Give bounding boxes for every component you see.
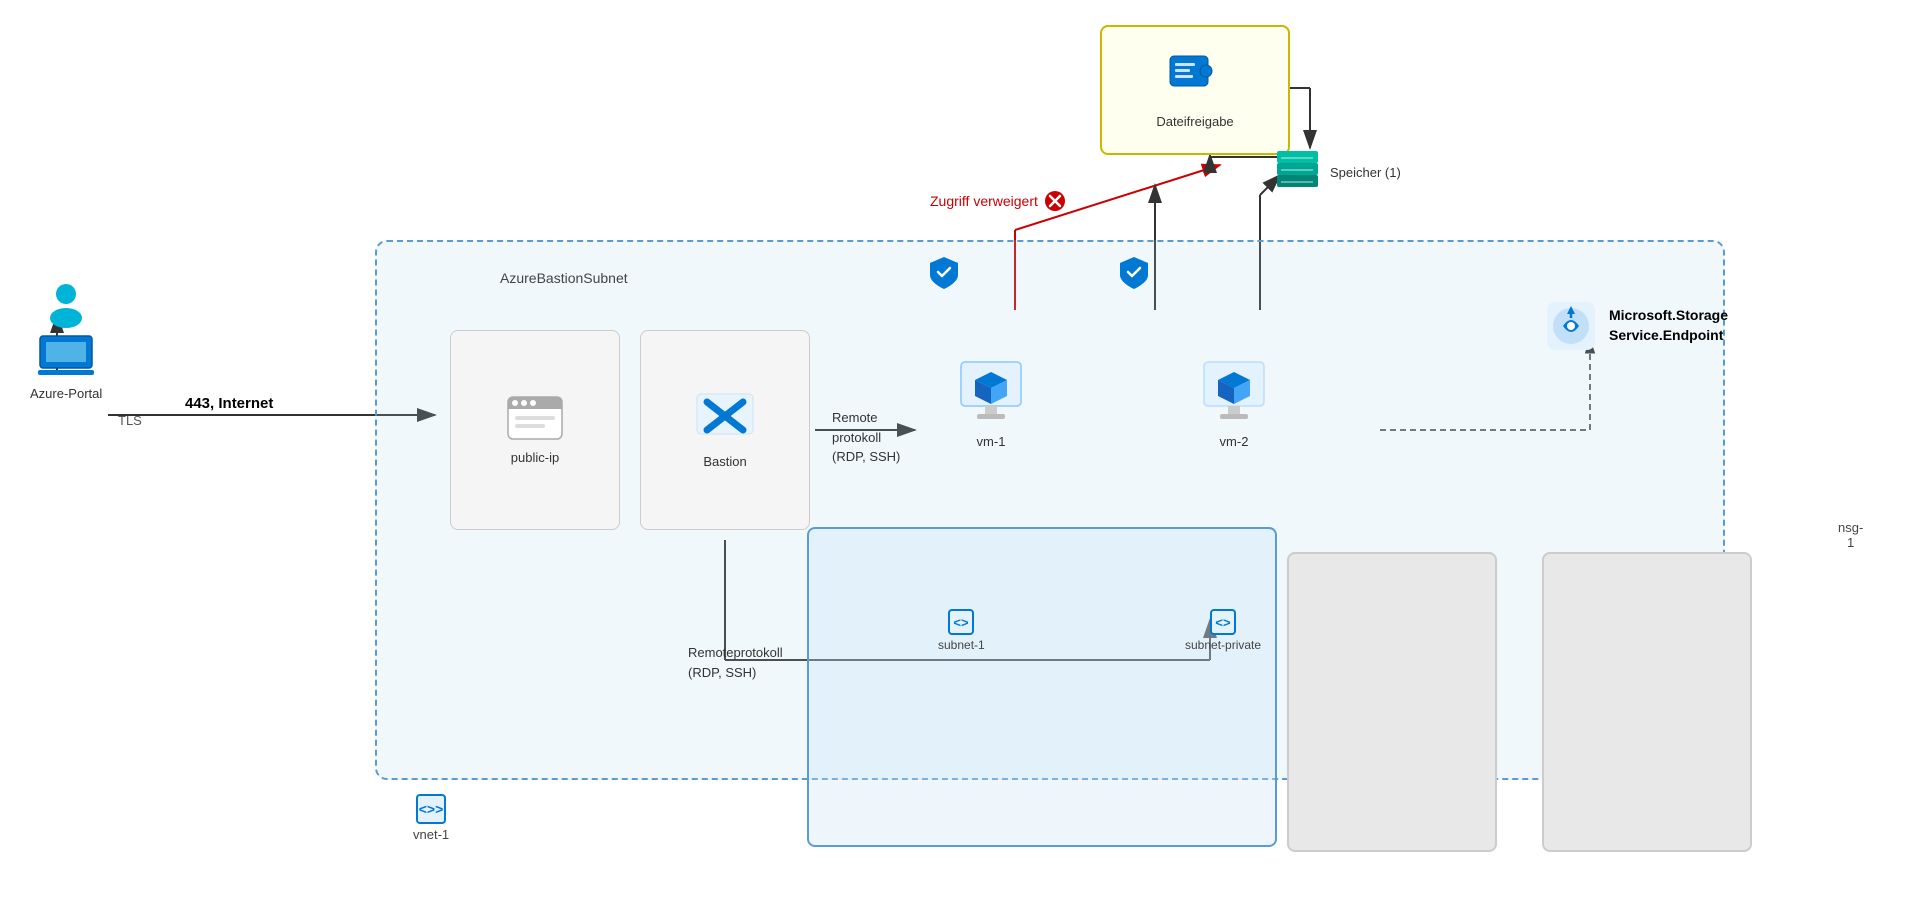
subnet-private-label: subnet-private bbox=[1185, 638, 1261, 652]
nsg-private-group: nsg-private bbox=[1118, 255, 1150, 291]
service-endpoint-group: Microsoft.StorageService.Endpoint bbox=[1545, 300, 1728, 352]
svg-text:<>>: <>> bbox=[419, 801, 444, 817]
vm2-group: vm-2 bbox=[1198, 360, 1270, 449]
svg-text:<>: <> bbox=[1215, 615, 1231, 630]
public-ip-box: public-ip bbox=[450, 330, 620, 530]
service-endpoint-icon bbox=[1545, 300, 1597, 352]
remote-label-2: Remoteprotokoll (RDP, SSH) bbox=[688, 643, 783, 682]
svg-text:<>: <> bbox=[954, 615, 970, 630]
diagram-container: Azure-Portal TLS 443, Internet AzureBast… bbox=[0, 0, 1911, 907]
zugriff-group: Zugriff verweigert bbox=[930, 190, 1066, 212]
vm2-label: vm-2 bbox=[1220, 434, 1249, 449]
bastion-box: Bastion bbox=[640, 330, 810, 530]
internet-label: 443, Internet bbox=[185, 395, 273, 412]
portal-device-icon bbox=[38, 334, 94, 376]
dateifreigabe-box: Dateifreigabe bbox=[1100, 25, 1290, 155]
subnet-private-icon-group: <> subnet-private bbox=[1185, 608, 1261, 652]
vnet1-icon: <>> bbox=[415, 793, 447, 825]
subnet1-icon-group: <> subnet-1 bbox=[938, 608, 985, 652]
vm2-icon bbox=[1198, 360, 1270, 426]
zugriff-label: Zugriff verweigert bbox=[930, 193, 1038, 209]
dateifreigabe-label: Dateifreigabe bbox=[1156, 114, 1233, 129]
public-ip-label: public-ip bbox=[511, 450, 559, 465]
subnet1-label: subnet-1 bbox=[938, 638, 985, 652]
speicher-icon bbox=[1275, 145, 1320, 200]
bastion-subnet-box bbox=[807, 527, 1277, 847]
subnet-private-box bbox=[1542, 552, 1752, 852]
service-endpoint-label: Microsoft.StorageService.Endpoint bbox=[1609, 306, 1728, 345]
deny-icon bbox=[1044, 190, 1066, 212]
public-ip-icon bbox=[507, 396, 563, 440]
vm1-group: vm-1 bbox=[955, 360, 1027, 449]
tls-label: TLS bbox=[118, 413, 142, 428]
speicher-group: Speicher (1) bbox=[1275, 145, 1401, 200]
subnet1-box bbox=[1287, 552, 1497, 852]
vm1-icon bbox=[955, 360, 1027, 426]
azure-portal-label: Azure-Portal bbox=[30, 386, 102, 401]
bastion-subnet-label: AzureBastionSubnet bbox=[500, 270, 628, 286]
nsg-private-shield-icon bbox=[1118, 255, 1150, 291]
bastion-icon bbox=[695, 392, 755, 444]
bastion-label: Bastion bbox=[703, 454, 746, 469]
nsg1-label: nsg-1 bbox=[1838, 520, 1863, 550]
subnet1-icon: <> bbox=[947, 608, 975, 636]
nsg1-shield-icon bbox=[928, 255, 960, 291]
vnet1-label: vnet-1 bbox=[413, 827, 449, 842]
dateifreigabe-icon bbox=[1165, 51, 1225, 106]
vnet1-icon-group: <>> vnet-1 bbox=[413, 793, 449, 842]
vm1-label: vm-1 bbox=[977, 434, 1006, 449]
nsg1-group: nsg-1 bbox=[928, 255, 960, 291]
azure-portal-group: Azure-Portal bbox=[30, 280, 102, 401]
remote-label-1: Remote protokoll (RDP, SSH) bbox=[832, 408, 900, 467]
speicher-label: Speicher (1) bbox=[1330, 165, 1401, 180]
person-icon bbox=[42, 280, 90, 328]
subnet-private-icon: <> bbox=[1209, 608, 1237, 636]
